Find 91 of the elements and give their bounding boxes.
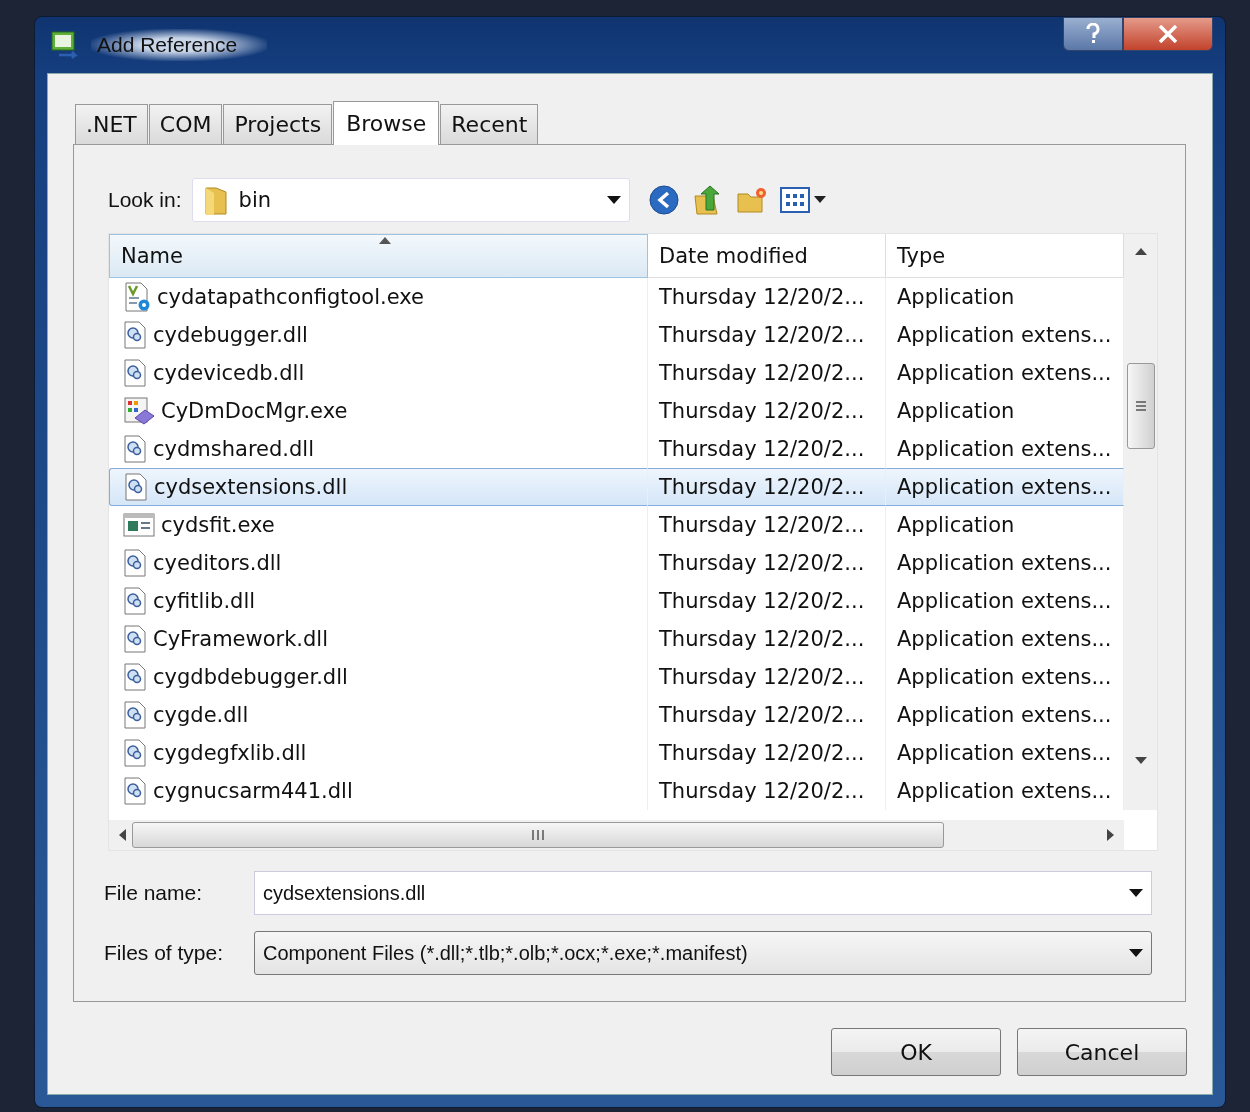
type-cell: Application bbox=[886, 506, 1124, 544]
column-header[interactable]: Date modified bbox=[648, 234, 886, 278]
close-button[interactable] bbox=[1123, 17, 1213, 51]
gear-file-icon bbox=[123, 321, 147, 349]
gear-file-icon bbox=[123, 359, 147, 387]
scroll-left-icon[interactable] bbox=[119, 829, 126, 841]
date-cell: Thursday 12/20/2... bbox=[648, 582, 886, 620]
new-folder-icon[interactable] bbox=[735, 186, 768, 214]
file-name-cell[interactable]: cydatapathconfigtool.exe bbox=[109, 278, 648, 316]
file-name-cell[interactable]: cygnucsarm441.dll bbox=[109, 772, 648, 810]
dropdown-arrow-icon[interactable] bbox=[606, 196, 621, 204]
date-cell: Thursday 12/20/2... bbox=[648, 316, 886, 354]
application-icon bbox=[123, 396, 155, 426]
date-cell: Thursday 12/20/2... bbox=[648, 278, 886, 316]
dialog-button[interactable]: OK bbox=[831, 1028, 1001, 1076]
back-icon[interactable] bbox=[647, 184, 680, 216]
file-name-label: File name: bbox=[104, 881, 204, 905]
dropdown-arrow-icon[interactable] bbox=[1129, 949, 1143, 957]
scrollbar-thumb[interactable] bbox=[1126, 363, 1155, 449]
type-cell: Application extens... bbox=[886, 734, 1124, 772]
type-cell: Application extens... bbox=[886, 772, 1124, 810]
file-name-value: cydsextensions.dll bbox=[263, 881, 427, 905]
gear-file-icon bbox=[123, 587, 147, 615]
file-name-cell[interactable]: cygdegfxlib.dll bbox=[109, 734, 648, 772]
file-type-label: Files of type: bbox=[104, 941, 225, 965]
file-type-dropdown[interactable]: Component Files (*.dll;*.tlb;*.olb;*.ocx;*.exe;*.manifest) bbox=[254, 931, 1152, 975]
scroll-down-icon[interactable] bbox=[1134, 757, 1147, 764]
close-icon bbox=[1158, 25, 1178, 43]
file-name-cell[interactable]: CyDmDocMgr.exe bbox=[109, 392, 648, 430]
gear-file-icon bbox=[123, 549, 147, 577]
tab[interactable]: COM bbox=[148, 104, 223, 144]
date-cell: Thursday 12/20/2... bbox=[648, 734, 886, 772]
tab[interactable]: Recent bbox=[440, 104, 539, 144]
horizontal-scrollbar[interactable] bbox=[109, 820, 1124, 850]
type-cell: Application extens... bbox=[886, 696, 1124, 734]
gear-file-icon bbox=[124, 473, 148, 501]
date-cell: Thursday 12/20/2... bbox=[648, 658, 886, 696]
gear-file-icon bbox=[123, 435, 147, 463]
column-header[interactable]: Type bbox=[886, 234, 1124, 278]
type-cell: Application extens... bbox=[886, 468, 1124, 506]
config-file-icon bbox=[123, 282, 151, 312]
type-cell: Application extens... bbox=[886, 316, 1124, 354]
date-cell: Thursday 12/20/2... bbox=[648, 620, 886, 658]
gear-file-icon bbox=[123, 663, 147, 691]
type-cell: Application extens... bbox=[886, 354, 1124, 392]
file-name-cell[interactable]: cyfitlib.dll bbox=[109, 582, 648, 620]
date-cell: Thursday 12/20/2... bbox=[648, 506, 886, 544]
file-name-cell[interactable]: cydevicedb.dll bbox=[109, 354, 648, 392]
window-title: Add Reference bbox=[91, 29, 268, 61]
help-button[interactable] bbox=[1063, 17, 1123, 51]
question-mark-icon bbox=[1085, 23, 1101, 45]
folder-icon bbox=[202, 185, 229, 215]
date-cell: Thursday 12/20/2... bbox=[648, 544, 886, 582]
dialog-button[interactable]: Cancel bbox=[1017, 1028, 1187, 1076]
file-name-cell[interactable]: cydebugger.dll bbox=[109, 316, 648, 354]
window-icon bbox=[123, 512, 155, 538]
sort-arrow-icon bbox=[378, 237, 391, 244]
file-name-cell[interactable]: cygde.dll bbox=[109, 696, 648, 734]
look-in-dropdown[interactable]: bin bbox=[191, 178, 630, 222]
type-cell: Application bbox=[886, 392, 1124, 430]
type-cell: Application bbox=[886, 278, 1124, 316]
file-name-cell[interactable]: cydsfit.exe bbox=[109, 506, 648, 544]
gear-file-icon bbox=[123, 739, 147, 767]
vertical-scrollbar[interactable] bbox=[1124, 234, 1157, 810]
type-cell: Application extens... bbox=[886, 582, 1124, 620]
type-cell: Application extens... bbox=[886, 544, 1124, 582]
look-in-label: Look in: bbox=[108, 188, 182, 212]
file-name-cell[interactable]: cydsextensions.dll bbox=[109, 468, 648, 506]
date-cell: Thursday 12/20/2... bbox=[648, 354, 886, 392]
date-cell: Thursday 12/20/2... bbox=[648, 468, 886, 506]
gear-file-icon bbox=[123, 777, 147, 805]
date-cell: Thursday 12/20/2... bbox=[648, 696, 886, 734]
type-cell: Application extens... bbox=[886, 658, 1124, 696]
view-menu-icon[interactable] bbox=[779, 186, 828, 214]
file-name-field[interactable]: cydsextensions.dll bbox=[254, 871, 1152, 915]
type-cell: Application extens... bbox=[886, 620, 1124, 658]
tab[interactable]: .NET bbox=[75, 104, 148, 144]
dropdown-arrow-icon[interactable] bbox=[1129, 889, 1143, 897]
scrollbar-thumb[interactable] bbox=[132, 822, 944, 848]
tab[interactable]: Browse bbox=[333, 101, 440, 145]
file-name-cell[interactable]: CyFramework.dll bbox=[109, 620, 648, 658]
file-name-cell[interactable]: cygdbdebugger.dll bbox=[109, 658, 648, 696]
gear-file-icon bbox=[123, 701, 147, 729]
tab[interactable]: Projects bbox=[223, 104, 333, 144]
scroll-up-icon[interactable] bbox=[1134, 248, 1147, 255]
scroll-right-icon[interactable] bbox=[1107, 829, 1114, 841]
date-cell: Thursday 12/20/2... bbox=[648, 392, 886, 430]
date-cell: Thursday 12/20/2... bbox=[648, 772, 886, 810]
file-name-cell[interactable]: cyeditors.dll bbox=[109, 544, 648, 582]
gear-file-icon bbox=[123, 625, 147, 653]
column-header[interactable]: Name bbox=[109, 234, 648, 278]
